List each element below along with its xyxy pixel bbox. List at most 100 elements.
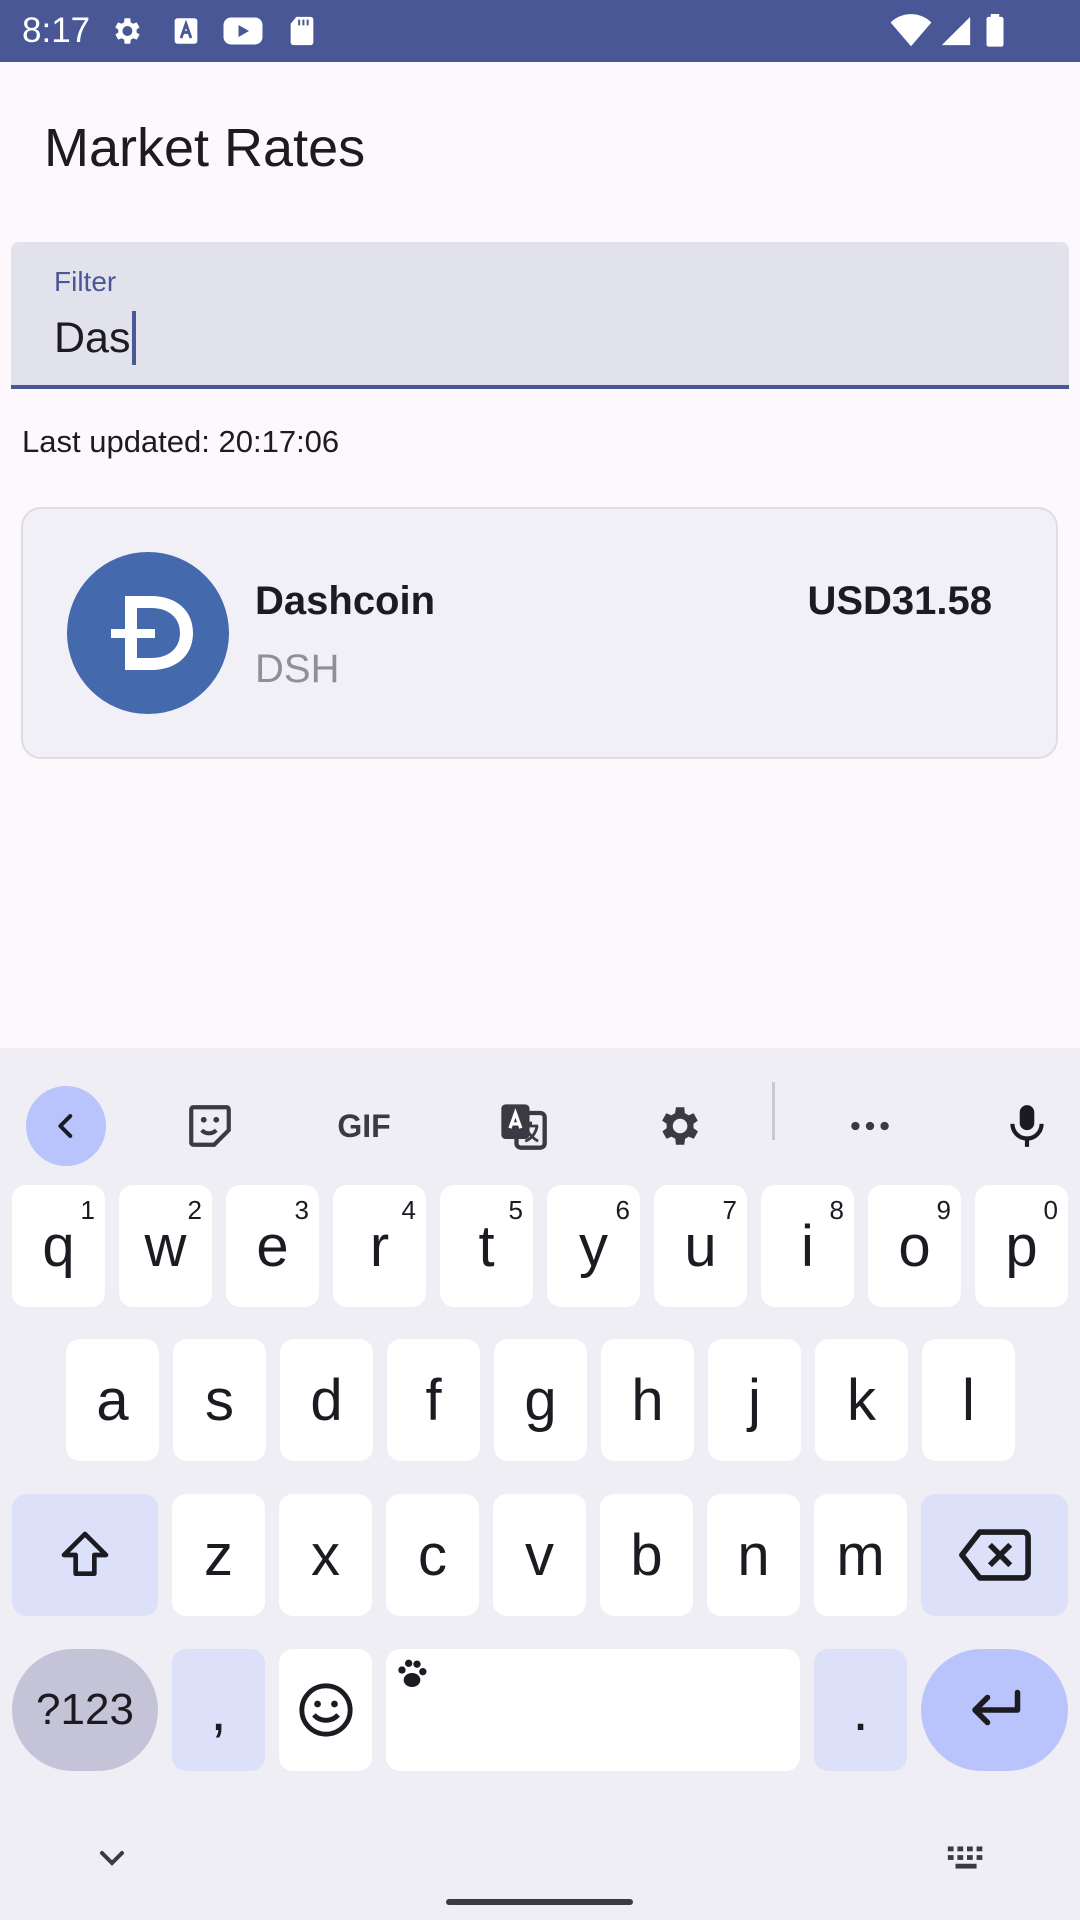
coin-name: Dashcoin <box>255 579 436 623</box>
last-updated-text: Last updated: 20:17:06 <box>22 424 340 459</box>
coin-symbol: DSH <box>255 647 340 691</box>
key-label: k <box>847 1367 876 1433</box>
emoji-key[interactable] <box>279 1649 372 1771</box>
key-p[interactable]: p0 <box>975 1185 1068 1307</box>
filter-value: Das <box>54 314 131 362</box>
screen: 8:17 Market Rates Filter Das Last update… <box>0 0 1080 1920</box>
more-icon <box>851 1121 889 1131</box>
key-s[interactable]: s <box>173 1339 266 1461</box>
status-time: 8:17 <box>22 11 91 50</box>
gear-icon <box>115 18 140 44</box>
key-label: b <box>630 1522 663 1588</box>
enter-icon <box>971 1689 1020 1726</box>
space-key[interactable] <box>386 1649 800 1771</box>
key-hint: 1 <box>80 1195 95 1225</box>
key-label: . <box>852 1677 869 1743</box>
youtube-icon <box>223 17 263 45</box>
key-hint: 0 <box>1043 1195 1058 1225</box>
key-label: m <box>836 1522 885 1588</box>
key-label: c <box>418 1522 447 1588</box>
key-label: z <box>204 1522 233 1588</box>
key-hint: 3 <box>294 1195 309 1225</box>
key-hint: 7 <box>722 1195 737 1225</box>
key-a[interactable]: a <box>66 1339 159 1461</box>
symbols-key[interactable]: ?123 <box>12 1649 158 1771</box>
keyboard-icon <box>947 1846 983 1869</box>
key-label: j <box>748 1367 761 1433</box>
key-r[interactable]: r4 <box>333 1185 426 1307</box>
key-y[interactable]: y6 <box>547 1185 640 1307</box>
key-d[interactable]: d <box>280 1339 373 1461</box>
wifi-icon <box>890 14 932 47</box>
key-m[interactable]: m <box>814 1494 907 1616</box>
settings-icon <box>662 1107 698 1145</box>
mic-button[interactable] <box>987 1086 1067 1166</box>
key-label: e <box>256 1213 289 1279</box>
key-w[interactable]: w2 <box>119 1185 212 1307</box>
key-l[interactable]: l <box>922 1339 1015 1461</box>
key-hint: 2 <box>187 1195 202 1225</box>
key-label: w <box>144 1213 187 1279</box>
backspace-key[interactable] <box>921 1494 1068 1616</box>
toolbar-back-button[interactable] <box>26 1086 106 1166</box>
key-label: s <box>205 1367 234 1433</box>
key-label: h <box>631 1367 664 1433</box>
sticker-icon <box>189 1105 231 1147</box>
key-i[interactable]: i8 <box>761 1185 854 1307</box>
filter-input[interactable]: Filter Das <box>11 242 1069 389</box>
key-n[interactable]: n <box>707 1494 800 1616</box>
signal-icon <box>941 16 971 46</box>
key-label: n <box>737 1522 770 1588</box>
key-b[interactable]: b <box>600 1494 693 1616</box>
gif-label: GIF <box>337 1107 391 1144</box>
key-v[interactable]: v <box>493 1494 586 1616</box>
key-label: g <box>524 1367 557 1433</box>
key-label: v <box>525 1522 554 1588</box>
enter-key[interactable] <box>921 1649 1068 1771</box>
sd-card-icon <box>290 16 314 46</box>
filter-label: Filter <box>54 266 117 297</box>
more-button[interactable] <box>830 1086 910 1166</box>
key-label: f <box>425 1367 442 1433</box>
key-u[interactable]: u7 <box>654 1185 747 1307</box>
hide-keyboard-button[interactable] <box>92 1838 132 1878</box>
font-a-icon <box>174 18 198 44</box>
key-label: r <box>369 1213 390 1279</box>
key-q[interactable]: q1 <box>12 1185 105 1307</box>
comma-key[interactable]: , <box>172 1649 265 1771</box>
key-hint: 6 <box>615 1195 630 1225</box>
key-z[interactable]: z <box>172 1494 265 1616</box>
key-label: t <box>478 1213 495 1279</box>
key-label: d <box>310 1367 343 1433</box>
key-c[interactable]: c <box>386 1494 479 1616</box>
shift-key[interactable] <box>12 1494 158 1616</box>
emoji-icon <box>298 1683 353 1737</box>
translate-button[interactable] <box>483 1086 563 1166</box>
key-j[interactable]: j <box>708 1339 801 1461</box>
key-f[interactable]: f <box>387 1339 480 1461</box>
key-label: , <box>210 1677 227 1743</box>
key-h[interactable]: h <box>601 1339 694 1461</box>
gif-button[interactable]: GIF <box>323 1086 405 1166</box>
key-label: u <box>684 1213 717 1279</box>
page-title: Market Rates <box>44 118 366 178</box>
keyboard-settings-button[interactable] <box>638 1086 718 1166</box>
key-x[interactable]: x <box>279 1494 372 1616</box>
keyboard-switch-button[interactable] <box>944 1838 990 1878</box>
sticker-button[interactable] <box>170 1086 250 1166</box>
key-hint: 5 <box>508 1195 523 1225</box>
filter-value-wrapper: Das <box>54 310 137 366</box>
status-bar: 8:17 <box>0 0 1080 62</box>
key-e[interactable]: e3 <box>226 1185 319 1307</box>
key-g[interactable]: g <box>494 1339 587 1461</box>
period-key[interactable]: . <box>814 1649 907 1771</box>
navigation-handle[interactable] <box>446 1899 633 1905</box>
mic-icon <box>1010 1105 1044 1147</box>
shift-icon <box>61 1531 109 1576</box>
coin-card-dashcoin[interactable]: Dashcoin DSH USD31.58 <box>21 507 1058 759</box>
key-o[interactable]: o9 <box>868 1185 961 1307</box>
key-k[interactable]: k <box>815 1339 908 1461</box>
key-hint: 4 <box>401 1195 416 1225</box>
key-t[interactable]: t5 <box>440 1185 533 1307</box>
paw-icon <box>398 1659 427 1687</box>
